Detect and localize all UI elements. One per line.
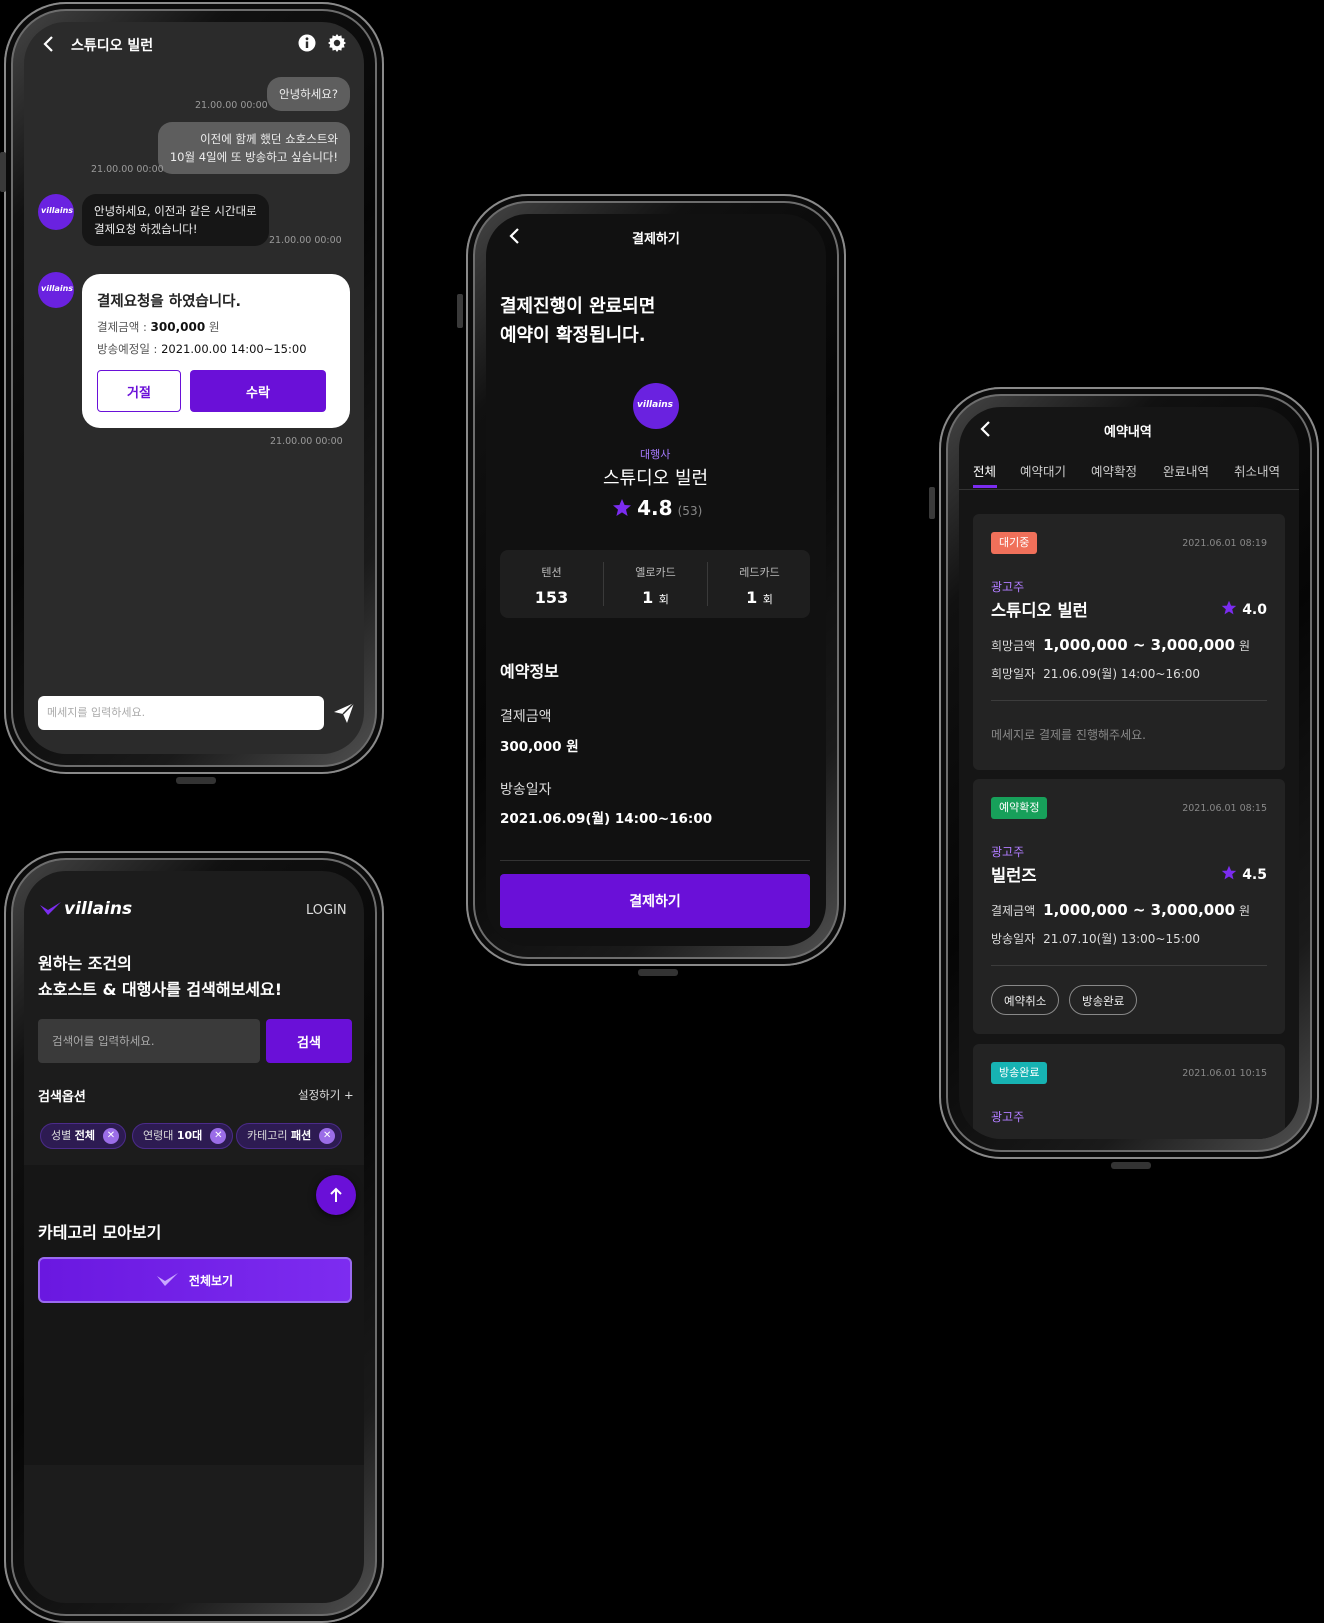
tab-cancelled[interactable]: 취소내역 xyxy=(1234,461,1280,480)
logo-icon xyxy=(156,1273,178,1286)
search-screen: villains LOGIN 원하는 조건의 쇼호스트 & 대행사를 검색해보세… xyxy=(24,871,364,1603)
reservation-card[interactable]: 방송완료 2021.06.01 10:15 광고주 xyxy=(973,1044,1285,1139)
star-icon xyxy=(1222,865,1237,880)
card-date: 2021.06.01 08:19 xyxy=(1182,538,1267,549)
remove-chip-icon[interactable]: ✕ xyxy=(210,1128,227,1144)
reservation-screen: 예약내역 전체 예약대기 예약확정 완료내역 취소내역 대기중 2021.06.… xyxy=(959,407,1299,1139)
stat-yellow-card: 옐로카드 1 회 xyxy=(635,566,676,607)
login-link[interactable]: LOGIN xyxy=(306,903,347,918)
amount-value: 300,000 원 xyxy=(500,739,579,755)
tab-pending[interactable]: 예약대기 xyxy=(1020,461,1066,480)
message-time: 21.00.00 00:00 xyxy=(269,235,342,246)
headline: 결제진행이 완료되면 예약이 확정됩니다. xyxy=(500,296,656,346)
filter-chip-gender[interactable]: 성별 전체 ✕ xyxy=(40,1123,126,1149)
send-icon[interactable] xyxy=(332,701,356,725)
avatar: villains xyxy=(38,272,74,308)
search-options-title: 검색옵션 xyxy=(38,1090,86,1105)
price-row: 희망금액 1,000,000 ~ 3,000,000 원 xyxy=(991,636,1250,654)
view-all-button[interactable]: 전체보기 xyxy=(38,1257,352,1303)
stats-box: 텐션 153 옐로카드 1 회 레드카드 1 회 xyxy=(500,550,810,618)
rating: 4.8 (53) xyxy=(612,496,702,520)
chat-title: 스튜디오 빌런 xyxy=(71,38,154,54)
header-title: 결제하기 xyxy=(632,232,680,247)
chat-screen: 스튜디오 빌런 안녕하세요? 21.00.00 00:00 이전에 함께 했던 … xyxy=(24,22,364,754)
card-rating: 4.5 xyxy=(1221,865,1267,883)
accept-button[interactable]: 수락 xyxy=(190,370,326,412)
tab-bar: 전체 예약대기 예약확정 완료내역 취소내역 xyxy=(959,451,1299,490)
payment-amount-row: 결제금액 : 300,000 원 xyxy=(97,320,220,334)
back-arrow-icon[interactable] xyxy=(979,421,993,437)
card-name: 스튜디오 빌런 xyxy=(991,601,1088,620)
gear-icon[interactable] xyxy=(328,34,346,52)
filter-chip-category[interactable]: 카테고리 패션 ✕ xyxy=(236,1123,343,1149)
amount-label: 결제금액 xyxy=(500,709,552,725)
brand-logo: villains xyxy=(64,899,133,919)
search-headline: 원하는 조건의 쇼호스트 & 대행사를 검색해보세요! xyxy=(38,954,283,999)
message-input[interactable]: 메세지를 입력하세요. xyxy=(38,696,324,730)
logo-icon xyxy=(40,902,62,916)
message-bubble-other: 안녕하세요, 이전과 같은 시간대로 결제요청 하겠습니다! xyxy=(82,194,269,246)
info-icon[interactable] xyxy=(298,34,316,52)
stat-tension: 텐션 153 xyxy=(534,566,569,607)
category-section-title: 카테고리 모아보기 xyxy=(38,1223,162,1242)
tab-completed[interactable]: 완료내역 xyxy=(1163,461,1209,480)
stat-red-card: 레드카드 1 회 xyxy=(739,566,780,607)
date-value: 2021.06.09(월) 14:00~16:00 xyxy=(500,811,713,827)
payment-phone: 결제하기 결제진행이 완료되면 예약이 확정됩니다. villains 대행사 … xyxy=(457,194,846,976)
reservation-phone: 예약내역 전체 예약대기 예약확정 완료내역 취소내역 대기중 2021.06.… xyxy=(929,387,1319,1169)
options-settings-link[interactable]: 설정하기 + xyxy=(298,1087,354,1103)
payment-request-card: 결제요청을 하였습니다. 결제금액 : 300,000 원 방송예정일 : 20… xyxy=(82,274,350,428)
payment-request-title: 결제요청을 하였습니다. xyxy=(97,294,241,310)
broadcast-date-row: 방송예정일 : 2021.00.00 14:00~15:00 xyxy=(97,342,307,356)
card-date: 2021.06.01 08:15 xyxy=(1182,803,1267,814)
star-icon xyxy=(1222,600,1237,615)
date-row: 희망일자 21.06.09(월) 14:00~16:00 xyxy=(991,667,1201,681)
filter-chip-age[interactable]: 연령대 10대 ✕ xyxy=(132,1123,234,1149)
pay-button[interactable]: 결제하기 xyxy=(500,874,810,928)
payment-screen: 결제하기 결제진행이 완료되면 예약이 확정됩니다. villains 대행사 … xyxy=(486,214,826,946)
agency-label: 대행사 xyxy=(640,448,671,461)
status-badge: 예약확정 xyxy=(991,797,1048,819)
scroll-top-button[interactable] xyxy=(316,1175,356,1215)
search-phone: villains LOGIN 원하는 조건의 쇼호스트 & 대행사를 검색해보세… xyxy=(4,851,384,1623)
message-time: 21.00.00 00:00 xyxy=(195,100,268,111)
tab-all[interactable]: 전체 xyxy=(973,461,996,480)
reject-button[interactable]: 거절 xyxy=(97,370,181,412)
search-input[interactable]: 검색어를 입력하세요. xyxy=(38,1019,260,1063)
message-bubble-me: 이전에 함께 했던 쇼호스트와 10월 4일에 또 방송하고 싶습니다! xyxy=(157,122,350,174)
cancel-reservation-button[interactable]: 예약취소 xyxy=(991,985,1060,1015)
section-title: 예약정보 xyxy=(500,662,559,681)
back-arrow-icon[interactable] xyxy=(508,228,522,244)
card-name: 빌런즈 xyxy=(991,866,1037,885)
price-row: 결제금액 1,000,000 ~ 3,000,000 원 xyxy=(991,901,1250,919)
avatar: villains xyxy=(38,194,74,230)
status-badge: 방송완료 xyxy=(991,1062,1048,1084)
date-label: 방송일자 xyxy=(500,782,552,798)
back-arrow-icon[interactable] xyxy=(42,36,56,52)
tab-confirmed[interactable]: 예약확정 xyxy=(1091,461,1137,480)
card-date: 2021.06.01 10:15 xyxy=(1182,1068,1267,1079)
remove-chip-icon[interactable]: ✕ xyxy=(103,1128,119,1144)
arrow-up-icon xyxy=(330,1187,342,1202)
message-time: 21.00.00 00:00 xyxy=(91,164,164,175)
card-rating: 4.0 xyxy=(1221,600,1267,618)
reservation-card[interactable]: 대기중 2021.06.01 08:19 광고주 스튜디오 빌런 4.0 희망금… xyxy=(973,514,1285,770)
message-bubble-me: 안녕하세요? xyxy=(266,77,350,111)
remove-chip-icon[interactable]: ✕ xyxy=(319,1128,336,1144)
reservation-card[interactable]: 예약확정 2021.06.01 08:15 광고주 빌런즈 4.5 결제금액 1,… xyxy=(973,779,1285,1034)
agency-logo: villains xyxy=(633,383,679,429)
search-button[interactable]: 검색 xyxy=(266,1019,352,1063)
message-time: 21.00.00 00:00 xyxy=(270,436,343,447)
card-category: 광고주 xyxy=(991,845,1025,859)
header-title: 예약내역 xyxy=(1104,425,1152,440)
card-note: 메세지로 결제를 진행해주세요. xyxy=(991,728,1146,742)
date-row: 방송일자 21.07.10(월) 13:00~15:00 xyxy=(991,932,1201,946)
chat-phone: 스튜디오 빌런 안녕하세요? 21.00.00 00:00 이전에 함께 했던 … xyxy=(0,2,384,784)
card-category: 광고주 xyxy=(991,1110,1025,1124)
card-category: 광고주 xyxy=(991,580,1025,594)
agency-name: 스튜디오 빌런 xyxy=(603,468,709,489)
status-badge: 대기중 xyxy=(991,532,1038,554)
star-icon xyxy=(613,499,631,516)
broadcast-complete-button[interactable]: 방송완료 xyxy=(1069,985,1138,1015)
